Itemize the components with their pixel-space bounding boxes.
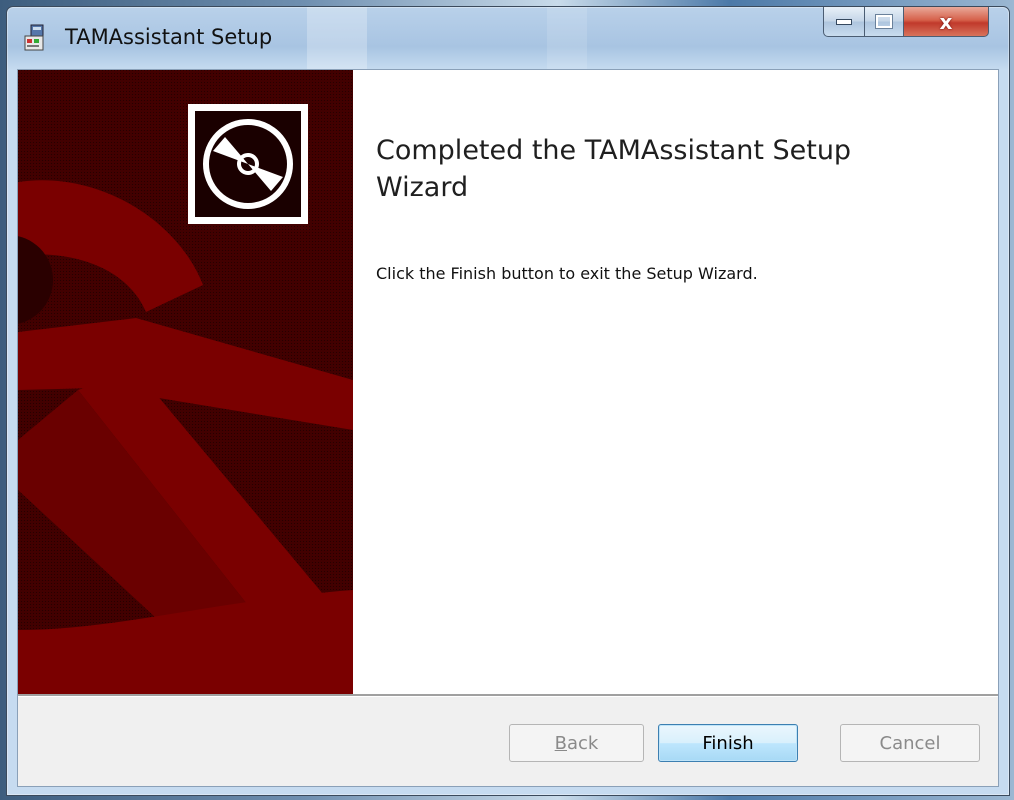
back-mnemonic: B (554, 732, 567, 754)
minimize-icon (836, 18, 852, 25)
cd-icon-frame (188, 104, 308, 224)
window-title: TAMAssistant Setup (65, 25, 273, 49)
minimize-button[interactable] (823, 7, 865, 37)
completion-message: Click the Finish button to exit the Setu… (376, 264, 758, 283)
glass-highlight (307, 7, 367, 69)
back-button[interactable]: Back (509, 724, 644, 762)
wizard-banner (18, 70, 353, 694)
finish-button[interactable]: Finish (658, 724, 798, 762)
cd-disc-icon (195, 111, 301, 217)
button-bar: Back Finish Cancel (18, 697, 998, 786)
completion-heading: Completed the TAMAssistant Setup Wizard (376, 135, 852, 203)
glass-highlight (547, 7, 587, 69)
maximize-button[interactable] (864, 7, 904, 37)
cancel-button[interactable]: Cancel (840, 724, 980, 762)
close-button[interactable]: x (903, 7, 989, 37)
maximize-icon (875, 14, 893, 29)
title-bar[interactable]: TAMAssistant Setup x (7, 7, 1009, 69)
installer-app-icon (24, 24, 44, 51)
setup-window: TAMAssistant Setup x Completed the TAMAs… (6, 6, 1010, 796)
wizard-content: Completed the TAMAssistant Setup Wizard … (17, 69, 999, 787)
back-label: ack (567, 732, 599, 754)
close-icon: x (939, 9, 953, 34)
